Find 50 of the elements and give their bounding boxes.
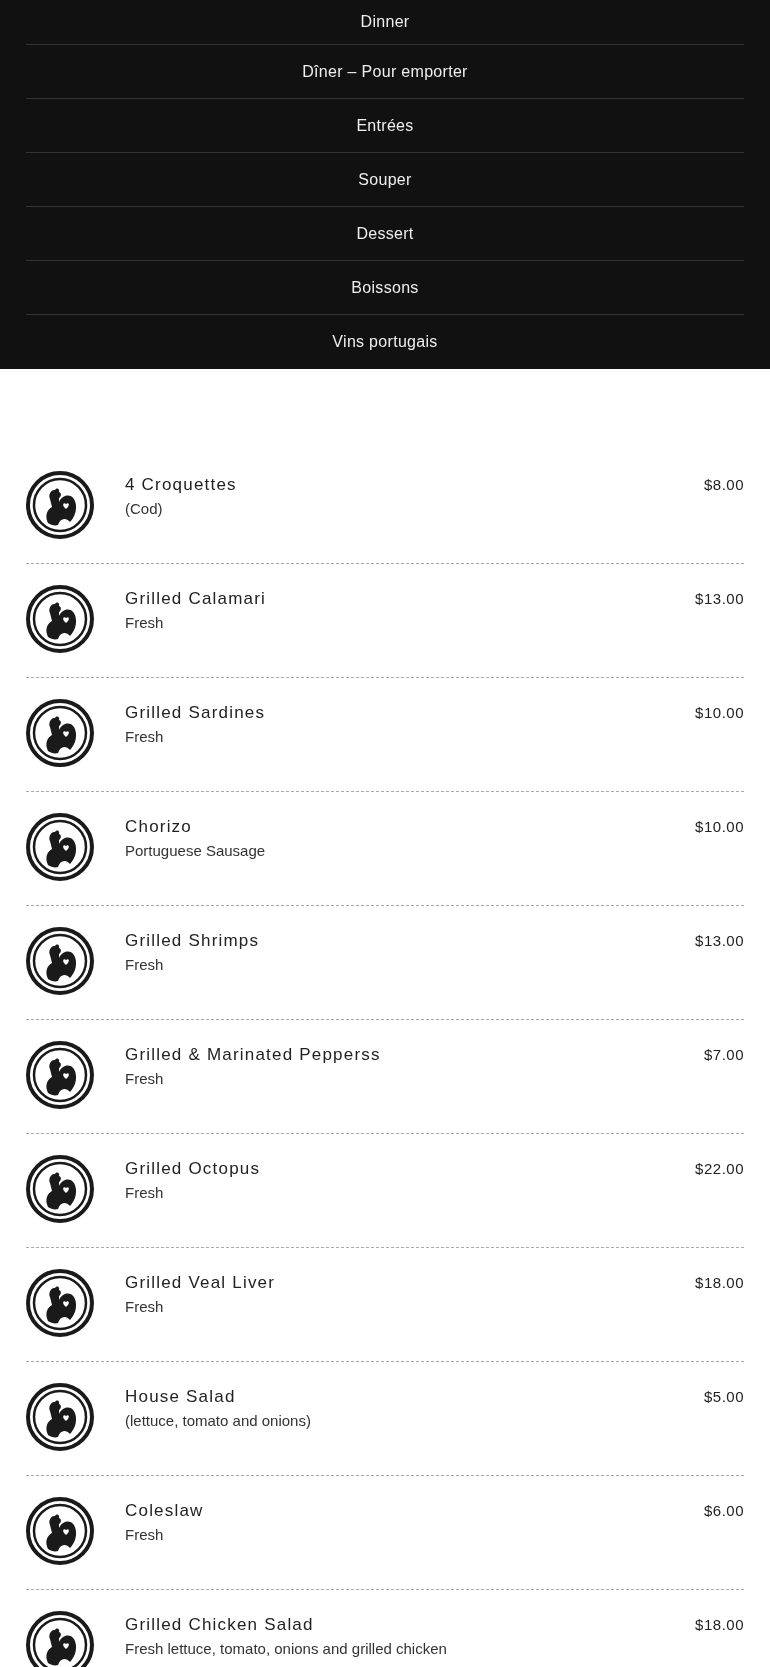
- dish-name: Grilled Shrimps: [125, 930, 260, 952]
- dish-description: (Cod): [125, 498, 164, 519]
- dish-description: Portuguese Sausage: [125, 840, 267, 861]
- dish-name: Grilled Octopus: [125, 1158, 261, 1180]
- dish-name: Chorizo: [125, 816, 192, 838]
- rooster-logo-icon: [26, 585, 94, 653]
- dish-name: Grilled Chicken Salad: [125, 1614, 314, 1636]
- dish-price: $10.00: [695, 817, 744, 837]
- rooster-logo-icon: [26, 1155, 94, 1223]
- dish-description: Fresh: [125, 726, 165, 747]
- rooster-logo-icon: [26, 471, 94, 539]
- dish-price: $18.00: [695, 1615, 744, 1635]
- menu-link[interactable]: Dîner – Pour emporter: [302, 59, 468, 84]
- dish-price: $10.00: [695, 703, 744, 723]
- dish-name: Grilled & Marinated Pepperss: [125, 1044, 381, 1066]
- rooster-logo-icon: [26, 813, 94, 881]
- dish-name: Grilled Calamari: [125, 588, 267, 610]
- dish-description: Fresh: [125, 1296, 165, 1317]
- dish-price: $18.00: [695, 1273, 744, 1293]
- rooster-logo-icon: [26, 927, 94, 995]
- menu-link[interactable]: Souper: [358, 167, 412, 192]
- menu-link[interactable]: Boissons: [351, 275, 419, 300]
- dish-price: $22.00: [695, 1159, 744, 1179]
- dish-name: Grilled Sardines: [125, 702, 266, 724]
- dish-description: Fresh: [125, 954, 165, 975]
- dish-price: $13.00: [695, 931, 744, 951]
- rooster-logo-icon: [26, 1383, 94, 1451]
- dish-name: House Salad: [125, 1386, 236, 1408]
- dish-name: Coleslaw: [125, 1500, 204, 1522]
- dish-price: $6.00: [703, 1501, 744, 1521]
- dish-description: Fresh: [125, 1068, 165, 1089]
- dish-price: $7.00: [703, 1045, 744, 1065]
- rooster-logo-icon: [26, 1041, 94, 1109]
- dish-price: $5.00: [703, 1387, 744, 1407]
- menu-link[interactable]: Dessert: [356, 221, 414, 246]
- menu-link[interactable]: Vins portugais: [332, 330, 438, 354]
- dish-description: Fresh: [125, 612, 165, 633]
- rooster-logo-icon: [26, 1269, 94, 1337]
- dish-description: Fresh: [125, 1182, 165, 1203]
- dish-description: Fresh lettuce, tomato, onions and grilled chicken: [125, 1638, 448, 1659]
- dish-description: (lettuce, tomato and onions): [125, 1410, 312, 1431]
- dish-name: 4 Croquettes: [125, 474, 237, 496]
- dish-price: $13.00: [695, 589, 744, 609]
- menu-link[interactable]: Dinner: [360, 10, 410, 34]
- dish-price: $8.00: [703, 475, 744, 495]
- dish-name: Grilled Veal Liver: [125, 1272, 276, 1294]
- dish-description: Fresh: [125, 1524, 165, 1545]
- menu-link[interactable]: Entrées: [356, 113, 414, 138]
- rooster-logo-icon: [26, 1497, 94, 1565]
- rooster-logo-icon: [26, 699, 94, 767]
